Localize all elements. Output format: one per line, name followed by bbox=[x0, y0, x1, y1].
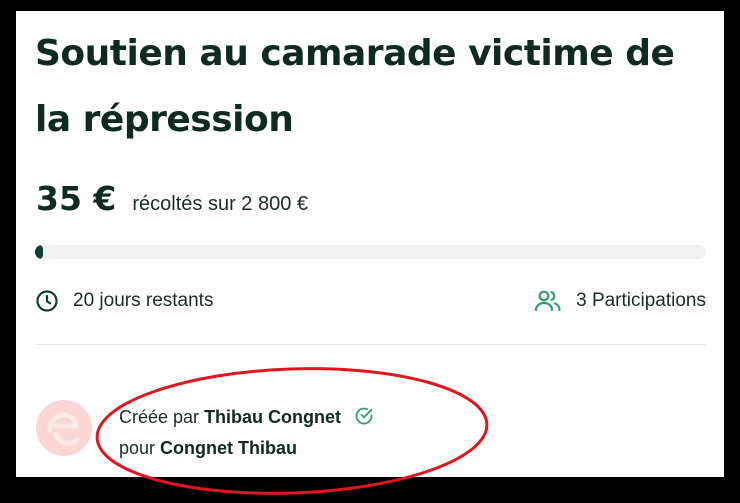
section-divider bbox=[35, 344, 706, 345]
days-remaining-label: 20 jours restants bbox=[73, 290, 214, 311]
campaign-title: Soutien au camarade victime de la répres… bbox=[35, 33, 675, 140]
beneficiary-line: pour Congnet Thibau bbox=[119, 434, 374, 462]
beneficiary-name-link[interactable]: Congnet Thibau bbox=[160, 438, 297, 458]
campaign-card: Soutien au camarade victime de la répres… bbox=[16, 11, 724, 477]
participations: 3 Participations bbox=[534, 289, 706, 313]
funding-progress-fill bbox=[35, 245, 44, 259]
creator-info: Créée par Thibau Congnet pour Congnet Th… bbox=[119, 403, 374, 462]
funding-progress-bar bbox=[35, 245, 706, 259]
users-icon bbox=[534, 289, 562, 313]
created-by-prefix: Créée par bbox=[119, 407, 200, 427]
campaign-meta: 20 jours restants 3 Participations bbox=[35, 289, 706, 315]
days-remaining: 20 jours restants bbox=[35, 289, 213, 313]
created-by-line: Créée par Thibau Congnet bbox=[119, 403, 374, 434]
goal-text: récoltés sur 2 800 € bbox=[132, 193, 309, 215]
funding-summary: 35 € récoltés sur 2 800 € bbox=[36, 179, 308, 218]
amount-raised: 35 € bbox=[36, 179, 117, 218]
creator-avatar[interactable] bbox=[36, 400, 92, 456]
clock-icon bbox=[35, 289, 59, 313]
creator-name-link[interactable]: Thibau Congnet bbox=[204, 407, 341, 427]
for-prefix: pour bbox=[119, 438, 156, 458]
check-circle-icon bbox=[354, 406, 374, 434]
participations-label: 3 Participations bbox=[576, 290, 706, 311]
